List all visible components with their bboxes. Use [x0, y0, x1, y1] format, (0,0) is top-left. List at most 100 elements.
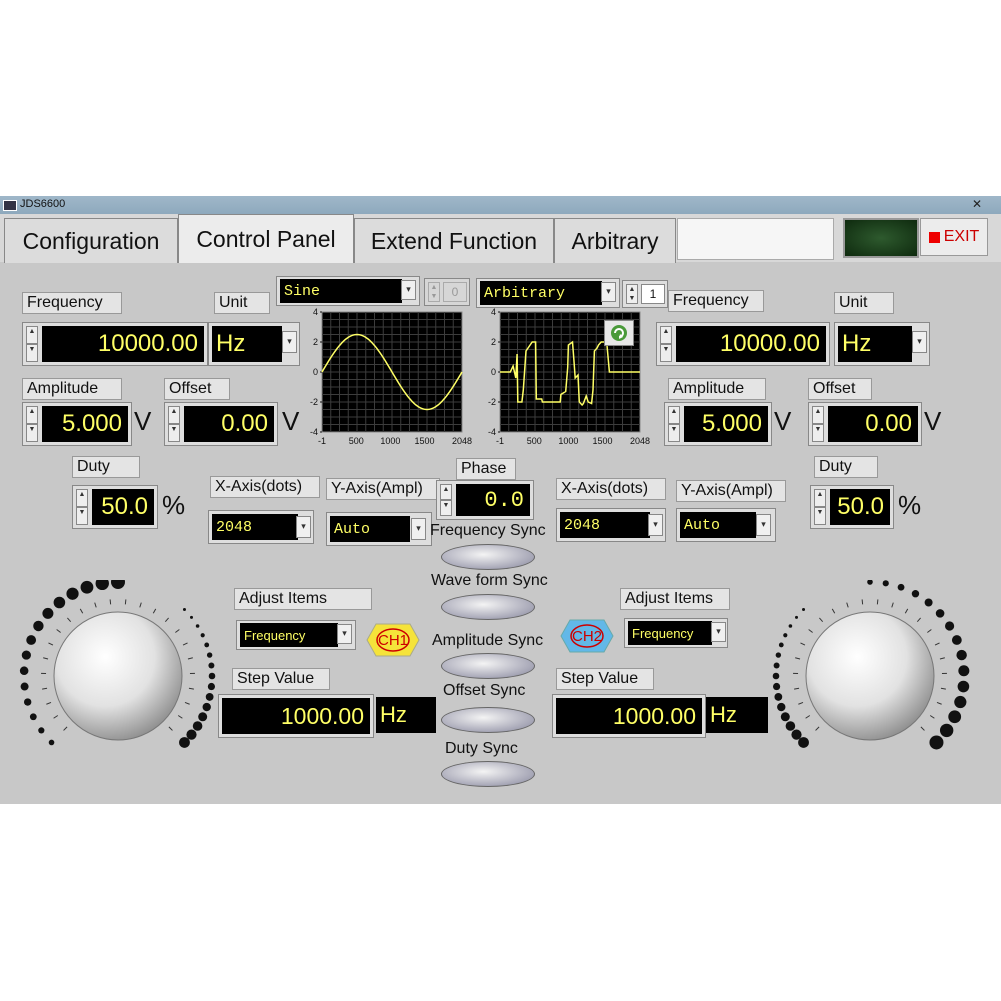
- ch2-xaxis-select[interactable]: 2048 ▾: [556, 508, 666, 542]
- ch2-duty-label: Duty: [814, 456, 878, 478]
- ch2-yaxis-dropdown-icon[interactable]: ▾: [756, 514, 771, 536]
- phase-spinner[interactable]: ▲ ▼: [440, 484, 452, 516]
- offset-sync-button[interactable]: [441, 707, 535, 733]
- ch2-amplitude-value[interactable]: 5.000: [684, 406, 768, 442]
- knob-tick: [42, 687, 48, 690]
- ch2-duty-value[interactable]: 50.0: [830, 489, 890, 525]
- ch1-xaxis-select[interactable]: 2048 ▾: [208, 510, 314, 544]
- ch1-waveform-select[interactable]: Sine ▾: [276, 276, 420, 306]
- ch1-waveform-value[interactable]: Sine: [280, 279, 402, 303]
- exit-label: EXIT: [943, 228, 980, 245]
- ch2-step-unit: Hz: [706, 697, 768, 733]
- ch1-adjust-items-label: Adjust Items: [234, 588, 372, 610]
- knob-tick: [109, 599, 112, 605]
- ch1-xaxis-value[interactable]: 2048: [212, 514, 298, 540]
- ch1-unit-dropdown-icon[interactable]: ▾: [282, 331, 297, 353]
- ch2-waveform-select[interactable]: Arbitrary ▾: [476, 278, 620, 308]
- ch2-adjust-knob[interactable]: [766, 580, 970, 776]
- ch2-unit-dropdown-icon[interactable]: ▾: [912, 331, 927, 353]
- ch2-frequency-spinner[interactable]: ▲ ▼: [660, 326, 672, 362]
- ch2-duty-spinner[interactable]: ▲ ▼: [814, 489, 826, 525]
- ch1-adjust-knob[interactable]: [18, 580, 222, 776]
- ch1-duty-spinner[interactable]: ▲ ▼: [76, 489, 88, 525]
- knob-tick: [177, 715, 183, 719]
- ch1-offset-spinner[interactable]: ▲ ▼: [168, 406, 180, 442]
- ch1-offset-value[interactable]: 0.00: [184, 406, 274, 442]
- ch2-refresh-button[interactable]: [604, 320, 634, 346]
- phase-input[interactable]: ▲ ▼ 0.0: [436, 480, 534, 520]
- ch2-frequency-input[interactable]: ▲ ▼ 10000.00: [656, 322, 830, 366]
- phase-value[interactable]: 0.0: [456, 484, 530, 516]
- ch2-duty-input[interactable]: ▲ ▼ 50.0: [810, 485, 894, 529]
- ch1-step-input[interactable]: 1000.00: [218, 694, 374, 738]
- ch1-yaxis-select[interactable]: Auto ▾: [326, 512, 432, 546]
- ch2-amplitude-spinner[interactable]: ▲ ▼: [668, 406, 680, 442]
- ch1-adjust-items-select[interactable]: Frequency ▾: [236, 620, 356, 650]
- ch2-amplitude-input[interactable]: ▲ ▼ 5.000: [664, 402, 772, 446]
- window-close-button[interactable]: ✕: [958, 197, 996, 213]
- ch2-badge-label: CH2: [571, 627, 602, 645]
- waveform-sync-button[interactable]: [441, 594, 535, 620]
- ch2-offset-value[interactable]: 0.00: [828, 406, 918, 442]
- knob-level-dot: [948, 710, 962, 724]
- ch2-xaxis-value[interactable]: 2048: [560, 512, 650, 538]
- knob-level-dot: [944, 621, 955, 631]
- exit-button[interactable]: EXIT: [920, 218, 988, 256]
- ch2-step-value[interactable]: 1000.00: [556, 698, 702, 734]
- ch2-xaxis-dropdown-icon[interactable]: ▾: [648, 514, 663, 536]
- ch1-frequency-input[interactable]: ▲ ▼ 10000.00: [22, 322, 208, 366]
- duty-sync-button[interactable]: [441, 761, 535, 787]
- ch1-yaxis-dropdown-icon[interactable]: ▾: [411, 518, 426, 540]
- ch2-adjust-items-dropdown-icon[interactable]: ▾: [711, 622, 726, 642]
- ch1-duty-label: Duty: [72, 456, 140, 478]
- frequency-sync-button[interactable]: [441, 544, 535, 570]
- knob-tick: [798, 701, 804, 705]
- ch1-duty-input[interactable]: ▲ ▼ 50.0: [72, 485, 158, 529]
- tab-control-panel[interactable]: Control Panel: [178, 214, 354, 263]
- ch1-waveform-dropdown-icon[interactable]: ▾: [401, 280, 416, 300]
- ch1-duty-value[interactable]: 50.0: [92, 489, 154, 525]
- knob-tick: [939, 657, 945, 660]
- knob-level-dot: [208, 672, 216, 680]
- ch1-unit-select[interactable]: Hz ▾: [208, 322, 300, 366]
- ch2-adjust-items-value[interactable]: Frequency: [628, 621, 712, 645]
- amplitude-sync-button[interactable]: [441, 653, 535, 679]
- ch1-unit-value[interactable]: Hz: [212, 326, 282, 362]
- ch2-adjust-items-select[interactable]: Frequency ▾: [624, 618, 728, 648]
- ch1-step-value[interactable]: 1000.00: [222, 698, 370, 734]
- knob-level-dot: [911, 590, 920, 598]
- ch2-offset-spinner[interactable]: ▲ ▼: [812, 406, 824, 442]
- ch2-offset-input[interactable]: ▲ ▼ 0.00: [808, 402, 922, 446]
- ch2-yaxis-value[interactable]: Auto: [680, 512, 756, 538]
- tab-arbitrary[interactable]: Arbitrary: [554, 218, 676, 263]
- ch1-yaxis-value[interactable]: Auto: [330, 516, 410, 542]
- ch2-waveform-value[interactable]: Arbitrary: [480, 281, 602, 305]
- status-led: [843, 218, 919, 258]
- ch1-adjust-items-dropdown-icon[interactable]: ▾: [337, 624, 352, 644]
- ch1-frequency-value[interactable]: 10000.00: [42, 326, 204, 362]
- ch1-frequency-spinner[interactable]: ▲ ▼: [26, 326, 38, 362]
- ch1-adjust-items-value[interactable]: Frequency: [240, 623, 338, 647]
- ch2-yaxis-select[interactable]: Auto ▾: [676, 508, 776, 542]
- knob-tick: [916, 617, 921, 623]
- ch1-amplitude-value[interactable]: 5.000: [42, 406, 128, 442]
- ch2-yaxis-label: Y-Axis(Ampl): [676, 480, 786, 502]
- tab-extend-function[interactable]: Extend Function: [354, 218, 554, 263]
- knob-tick: [94, 602, 97, 608]
- knob-level-dot: [33, 620, 44, 632]
- ch2-graph-ytick-label: 4: [491, 308, 496, 317]
- ch1-xaxis-dropdown-icon[interactable]: ▾: [296, 516, 311, 538]
- ch2-waveform-dropdown-icon[interactable]: ▾: [601, 282, 616, 302]
- ch2-frequency-value[interactable]: 10000.00: [676, 326, 826, 362]
- ch2-offset-label: Offset: [808, 378, 872, 400]
- ch2-waveform-index-value[interactable]: 1: [641, 284, 665, 304]
- ch2-waveform-index-spinner[interactable]: ▲ ▼: [626, 284, 638, 304]
- ch1-offset-input[interactable]: ▲ ▼ 0.00: [164, 402, 278, 446]
- tab-configuration[interactable]: Configuration: [4, 218, 178, 263]
- ch2-unit-value[interactable]: Hz: [838, 326, 912, 362]
- ch2-unit-select[interactable]: Hz ▾: [834, 322, 930, 366]
- ch1-amplitude-input[interactable]: ▲ ▼ 5.000: [22, 402, 132, 446]
- ch2-step-input[interactable]: 1000.00: [552, 694, 706, 738]
- ch2-waveform-index[interactable]: ▲ ▼ 1: [622, 280, 668, 308]
- ch1-amplitude-spinner[interactable]: ▲ ▼: [26, 406, 38, 442]
